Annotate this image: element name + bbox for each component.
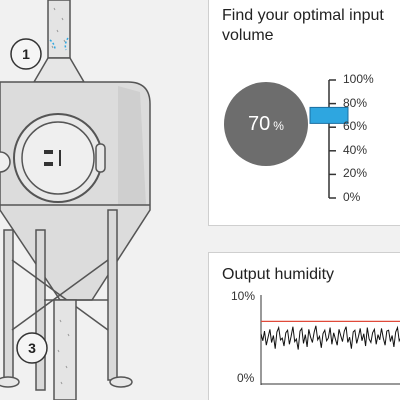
leg-foot	[0, 376, 20, 388]
input-volume-slider[interactable]	[309, 70, 349, 210]
stage-marker-label: 1	[22, 46, 30, 62]
leg-foot	[109, 376, 133, 388]
output-pipe	[53, 299, 77, 400]
y-tick-label: 10%	[231, 289, 256, 303]
stage-marker-label: 3	[28, 340, 36, 356]
slider-tick-label: 60%	[343, 119, 368, 134]
input-volume-value: 70	[248, 113, 271, 135]
stage-marker-1[interactable]: 1	[10, 38, 42, 70]
output-humidity-panel: Output humidity 10% 0%	[208, 252, 400, 400]
y-tick-label: 0%	[237, 371, 255, 385]
slider-tick-label: 80%	[343, 95, 368, 110]
silo-diagram: 1 3	[0, 0, 151, 400]
stage-marker-3[interactable]: 3	[16, 332, 48, 364]
input-funnel	[32, 57, 86, 83]
slider-tick-label: 40%	[343, 142, 368, 157]
humidity-series-line	[260, 325, 400, 350]
input-volume-title: Find your optimal input volume	[222, 7, 384, 44]
input-volume-readout: 70%	[224, 82, 308, 166]
slider-tick-label: 100%	[343, 72, 374, 86]
slider-tick-label: 20%	[343, 166, 368, 181]
slider-tick-label: 0%	[343, 190, 361, 204]
input-pipe	[47, 0, 71, 59]
input-volume-unit: %	[273, 119, 284, 133]
humidity-chart	[260, 295, 400, 385]
input-volume-panel: Find your optimal input volume 70% 100% 8…	[208, 0, 400, 226]
output-humidity-title: Output humidity	[222, 266, 335, 283]
slider-ticks	[329, 79, 336, 199]
